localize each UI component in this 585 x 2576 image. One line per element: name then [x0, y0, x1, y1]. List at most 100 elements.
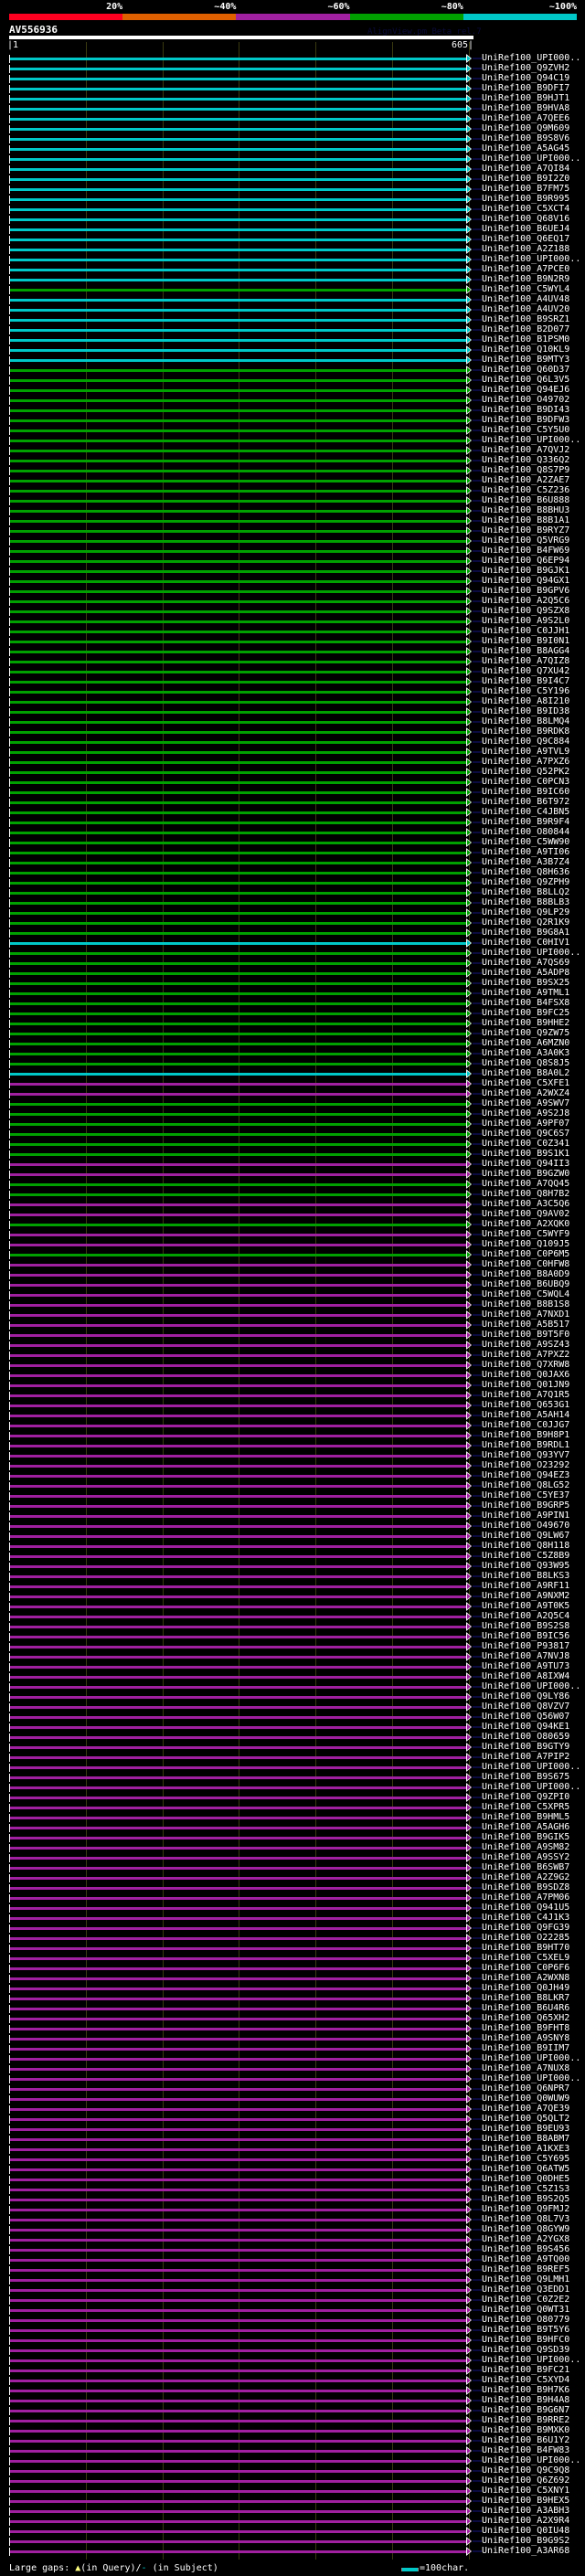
alignment-bar[interactable]: [10, 1656, 467, 1659]
alignment-bar[interactable]: [10, 1706, 467, 1709]
hit-label[interactable]: UniRef100_B9T5F0: [482, 1330, 569, 1340]
alignment-bar[interactable]: [10, 530, 467, 533]
hit-label[interactable]: UniRef100_Q9SD39: [482, 2345, 569, 2355]
hit-label[interactable]: UniRef100_UPI000..: [482, 2073, 580, 2083]
alignment-bar[interactable]: [10, 2279, 467, 2282]
hit-label[interactable]: UniRef100_C5Y196: [482, 686, 569, 696]
alignment-bar[interactable]: [10, 872, 467, 875]
hit-label[interactable]: UniRef100_B9HFC0: [482, 2335, 569, 2345]
hit-label[interactable]: UniRef100_Q2R1K9: [482, 917, 569, 928]
hit-label[interactable]: UniRef100_UPI000..: [482, 1762, 580, 1772]
alignment-bar[interactable]: [10, 701, 467, 704]
hit-label[interactable]: UniRef100_A7PIP2: [482, 1752, 569, 1762]
hit-label[interactable]: UniRef100_B8B1A1: [482, 515, 569, 525]
alignment-bar[interactable]: [10, 1153, 467, 1156]
hit-label[interactable]: UniRef100_B9N2R9: [482, 274, 569, 284]
hit-label[interactable]: UniRef100_C5YE37: [482, 1490, 569, 1500]
hit-label[interactable]: UniRef100_A5ADP8: [482, 968, 569, 978]
alignment-bar[interactable]: [10, 1565, 467, 1568]
hit-label[interactable]: UniRef100_B9HEX5: [482, 2496, 569, 2506]
alignment-bar[interactable]: [10, 1957, 467, 1960]
hit-label[interactable]: UniRef100_A2X9R4: [482, 2516, 569, 2526]
hit-label[interactable]: UniRef100_Q10KL9: [482, 345, 569, 355]
alignment-bar[interactable]: [10, 2369, 467, 2372]
hit-label[interactable]: UniRef100_B9T5Y6: [482, 2325, 569, 2335]
hit-label[interactable]: UniRef100_B7FM75: [482, 184, 569, 194]
hit-label[interactable]: UniRef100_B6T972: [482, 797, 569, 807]
alignment-bar[interactable]: [10, 429, 467, 432]
alignment-bar[interactable]: [10, 631, 467, 633]
alignment-bar[interactable]: [10, 2078, 467, 2081]
alignment-bar[interactable]: [10, 1817, 467, 1819]
hit-label[interactable]: UniRef100_A9TML1: [482, 988, 569, 998]
alignment-bar[interactable]: [10, 1746, 467, 1749]
hit-label[interactable]: UniRef100_B8ABM7: [482, 2134, 569, 2144]
alignment-bar[interactable]: [10, 661, 467, 663]
alignment-bar[interactable]: [10, 1827, 467, 1829]
alignment-bar[interactable]: [10, 2400, 467, 2402]
alignment-bar[interactable]: [10, 329, 467, 332]
hit-label[interactable]: UniRef100_A3AR68: [482, 2546, 569, 2556]
hit-label[interactable]: UniRef100_UPI000..: [482, 435, 580, 445]
alignment-bar[interactable]: [10, 1455, 467, 1458]
hit-label[interactable]: UniRef100_Q9C884: [482, 737, 569, 747]
hit-label[interactable]: UniRef100_B8B1S8: [482, 1299, 569, 1309]
hit-label[interactable]: UniRef100_A9SSY2: [482, 1852, 569, 1862]
alignment-bar[interactable]: [10, 2470, 467, 2473]
hit-label[interactable]: UniRef100_Q941U5: [482, 1903, 569, 1913]
alignment-bar[interactable]: [10, 1907, 467, 1910]
hit-label[interactable]: UniRef100_B9S675: [482, 1772, 569, 1782]
alignment-bar[interactable]: [10, 148, 467, 151]
hit-label[interactable]: UniRef100_A3C5Q6: [482, 1199, 569, 1209]
hit-label[interactable]: UniRef100_B9RYZ7: [482, 525, 569, 535]
alignment-bar[interactable]: [10, 188, 467, 191]
hit-label[interactable]: UniRef100_Q5VRG9: [482, 535, 569, 546]
alignment-bar[interactable]: [10, 1666, 467, 1669]
hit-label[interactable]: UniRef100_C5Z236: [482, 485, 569, 495]
hit-label[interactable]: UniRef100_B9MXK0: [482, 2425, 569, 2435]
alignment-bar[interactable]: [10, 1435, 467, 1437]
alignment-bar[interactable]: [10, 269, 467, 271]
hit-label[interactable]: UniRef100_B4FSX8: [482, 998, 569, 1008]
alignment-bar[interactable]: [10, 2128, 467, 2131]
alignment-bar[interactable]: [10, 1967, 467, 1970]
alignment-bar[interactable]: [10, 842, 467, 844]
hit-label[interactable]: UniRef100_B9I0N1: [482, 636, 569, 646]
hit-label[interactable]: UniRef100_Q8VZV7: [482, 1701, 569, 1712]
alignment-bar[interactable]: [10, 239, 467, 241]
alignment-bar[interactable]: [10, 1756, 467, 1759]
hit-label[interactable]: UniRef100_B9S8V6: [482, 133, 569, 143]
hit-label[interactable]: UniRef100_B6U4R6: [482, 2003, 569, 2013]
alignment-bar[interactable]: [10, 178, 467, 181]
alignment-bar[interactable]: [10, 1344, 467, 1347]
hit-label[interactable]: UniRef100_B9HML5: [482, 1812, 569, 1822]
alignment-bar[interactable]: [10, 832, 467, 834]
alignment-bar[interactable]: [10, 2118, 467, 2121]
alignment-bar[interactable]: [10, 1545, 467, 1548]
alignment-bar[interactable]: [10, 741, 467, 744]
alignment-bar[interactable]: [10, 2038, 467, 2041]
hit-label[interactable]: UniRef100_Q9LW67: [482, 1531, 569, 1541]
hit-label[interactable]: UniRef100_C0JJH1: [482, 626, 569, 636]
alignment-bar[interactable]: [10, 2430, 467, 2433]
alignment-bar[interactable]: [10, 1917, 467, 1920]
hit-label[interactable]: UniRef100_B9I4C7: [482, 676, 569, 686]
alignment-bar[interactable]: [10, 58, 467, 60]
alignment-bar[interactable]: [10, 2380, 467, 2382]
hit-label[interactable]: UniRef100_C5XYD4: [482, 2375, 569, 2385]
hit-label[interactable]: UniRef100_Q8H118: [482, 1541, 569, 1551]
hit-label[interactable]: UniRef100_O23292: [482, 1460, 569, 1470]
alignment-bar[interactable]: [10, 2299, 467, 2302]
alignment-bar[interactable]: [10, 1113, 467, 1116]
hit-label[interactable]: UniRef100_C0HFW8: [482, 1259, 569, 1269]
alignment-bar[interactable]: [10, 1093, 467, 1096]
hit-label[interactable]: UniRef100_Q94II3: [482, 1159, 569, 1169]
alignment-bar[interactable]: [10, 1214, 467, 1216]
alignment-bar[interactable]: [10, 600, 467, 603]
alignment-bar[interactable]: [10, 902, 467, 905]
alignment-bar[interactable]: [10, 1686, 467, 1689]
alignment-bar[interactable]: [10, 1284, 467, 1287]
hit-label[interactable]: UniRef100_B9REF5: [482, 2264, 569, 2274]
alignment-bar[interactable]: [10, 1173, 467, 1176]
hit-label[interactable]: UniRef100_B9GTY9: [482, 1742, 569, 1752]
